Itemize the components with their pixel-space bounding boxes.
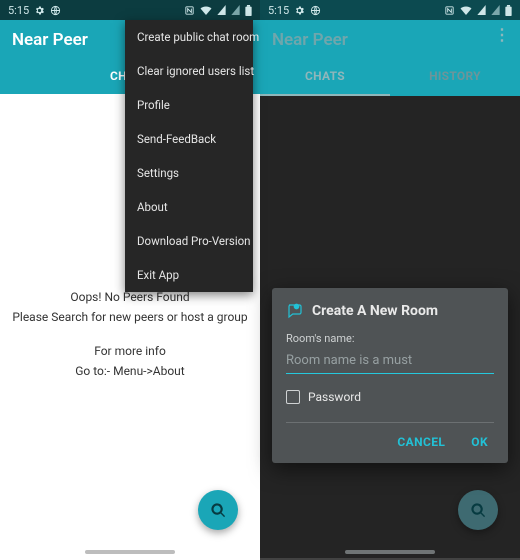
signal-icon [217,5,226,15]
wifi-icon [460,5,472,15]
globe-icon [310,5,321,16]
gear-icon [294,5,305,16]
phone-screen-left: 5:15 Near Peer CHATS Create public chat … [0,0,260,560]
battery-icon [505,5,512,16]
search-icon [470,502,487,519]
menu-item-create-room[interactable]: Create public chat room [125,20,253,54]
cancel-button[interactable]: CANCEL [397,435,445,449]
signal-2-icon [491,5,500,15]
status-time: 5:15 [268,4,289,17]
status-bar: 5:15 [0,0,260,20]
chat-bubble-icon [286,302,304,320]
wifi-icon [200,5,212,15]
battery-icon [245,5,252,16]
menu-item-send-feedback[interactable]: Send-FeedBack [125,122,253,156]
status-bar: 5:15 [260,0,520,20]
tab-history[interactable]: HISTORY [390,58,520,96]
empty-line-2: Please Search for new peers or host a gr… [0,308,260,326]
tab-chats[interactable]: CHATS [260,58,390,96]
menu-item-about[interactable]: About [125,190,253,224]
app-title: Near Peer [12,30,88,50]
nav-indicator [345,550,435,554]
phone-screen-right: 5:15 Near Peer ⋮ CHATS HISTORY Create A … [260,0,520,560]
signal-icon [477,5,486,15]
overflow-menu-button[interactable]: ⋮ [494,30,510,40]
ok-button[interactable]: OK [471,435,488,449]
menu-item-exit[interactable]: Exit App [125,258,253,292]
dialog-title: Create A New Room [312,303,438,319]
content-area: Create A New Room Room's name: Password … [260,96,520,558]
search-icon [210,502,227,519]
tab-bar: CHATS HISTORY [260,58,520,96]
globe-icon [50,5,61,16]
nfc-icon [444,5,455,16]
room-name-input[interactable] [286,349,494,374]
app-title: Near Peer [272,30,348,50]
create-room-dialog: Create A New Room Room's name: Password … [272,288,508,463]
overflow-menu: Create public chat room Clear ignored us… [125,20,253,292]
empty-line-4: Go to:- Menu->About [0,362,260,380]
signal-2-icon [231,5,240,15]
empty-line-3: For more info [0,342,260,360]
nfc-icon [184,5,195,16]
search-fab[interactable] [458,490,498,530]
search-fab[interactable] [198,490,238,530]
room-name-label: Room's name: [286,332,494,345]
menu-item-clear-ignored[interactable]: Clear ignored users list [125,54,253,88]
status-time: 5:15 [8,4,29,17]
menu-item-profile[interactable]: Profile [125,88,253,122]
password-checkbox-label: Password [308,390,361,404]
menu-item-download-pro[interactable]: Download Pro-Version [125,224,253,258]
password-checkbox[interactable] [286,390,300,404]
menu-item-settings[interactable]: Settings [125,156,253,190]
gear-icon [34,5,45,16]
nav-indicator [85,550,175,554]
app-title-bar: Near Peer ⋮ [260,20,520,58]
